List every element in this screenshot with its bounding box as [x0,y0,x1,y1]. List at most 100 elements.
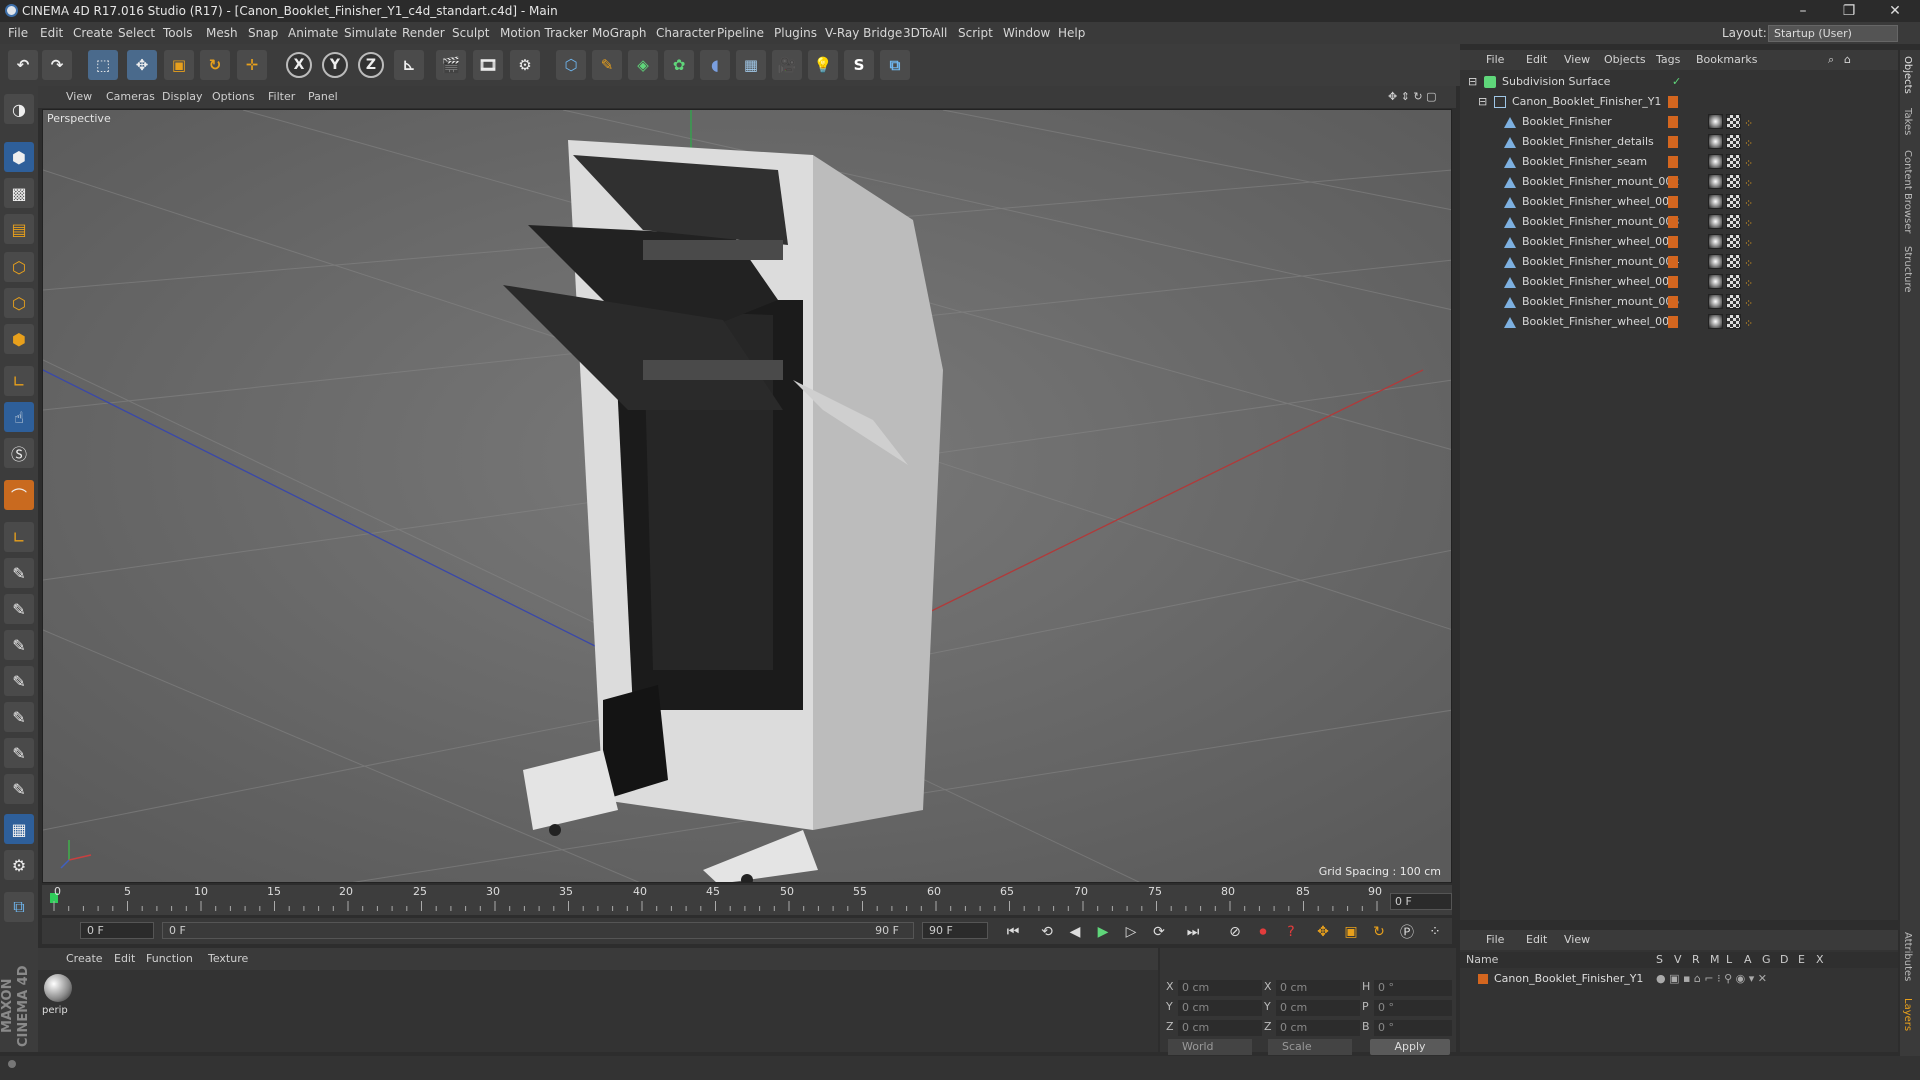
coordinate-space-select[interactable]: World [1168,1039,1252,1055]
obj-menu-objects[interactable]: Objects [1604,50,1646,70]
play-icon[interactable]: ▶ [1092,921,1114,943]
phong-tag-icon[interactable]: ⁘ [1744,134,1759,150]
brush-icon[interactable]: ✎ [4,558,34,588]
menu-help[interactable]: Help [1058,22,1085,44]
rotation-h-field[interactable]: 0 ° [1374,980,1452,996]
texture-tag-icon[interactable] [1726,254,1741,269]
layer-toggle-icons[interactable]: ● ▣ ▪ ⌂ ⌐ ⁝ ⚲ ◉ ▾ ✕ [1656,970,1767,988]
material-tag-icon[interactable] [1708,114,1723,129]
viewport-nav-icons[interactable]: ✥ ⇕ ↻ ▢ [1388,86,1437,108]
material-tag-icon[interactable] [1708,174,1723,189]
y-axis-lock-icon[interactable]: Y [322,52,348,78]
layer-row[interactable]: Canon_Booklet_Finisher_Y1 ● ▣ ▪ ⌂ ⌐ ⁝ ⚲ … [1460,970,1898,988]
material-thumbnail[interactable] [44,974,72,1002]
obj-menu-file[interactable]: File [1486,50,1504,70]
layer-color-swatch[interactable] [1668,196,1678,208]
vp-menu-cameras[interactable]: Cameras [106,86,155,108]
deformer-icon[interactable]: ◖ [700,50,730,80]
menu-window[interactable]: Window [1003,22,1050,44]
menu-tools[interactable]: Tools [163,22,193,44]
vp-menu-options[interactable]: Options [212,86,254,108]
layer-color-swatch[interactable] [1668,216,1678,228]
minimize-icon[interactable]: – [1786,0,1820,22]
close-icon[interactable]: ✕ [1878,0,1912,22]
object-row[interactable]: Booklet_Finisher_details ⁘ [1460,132,1898,152]
polygons-mode-icon[interactable]: ⬢ [4,324,34,354]
render-picture-viewer-icon[interactable]: 🎞 [473,50,503,80]
redo-icon[interactable]: ↷ [42,50,72,80]
object-row[interactable]: Booklet_Finisher ⁘ [1460,112,1898,132]
layer-color-swatch[interactable] [1668,236,1678,248]
workplane-icon[interactable]: ▤ [4,214,34,244]
position-y-field[interactable]: 0 cm [1178,1000,1262,1016]
obj-menu-edit[interactable]: Edit [1526,50,1547,70]
menu-file[interactable]: File [8,22,28,44]
object-row[interactable]: Booklet_Finisher_wheel_003 ⁘ [1460,232,1898,252]
mat-menu-texture[interactable]: Texture [208,948,248,970]
material-tag-icon[interactable] [1708,194,1723,209]
apply-button[interactable]: Apply [1370,1039,1450,1055]
mat-menu-function[interactable]: Function [146,948,193,970]
layer-color-swatch[interactable] [1668,256,1678,268]
coordinate-system-icon[interactable]: ⊾ [394,50,424,80]
search-icon[interactable]: ⌕ [1828,50,1834,70]
sculpt-pull-icon[interactable]: ✎ [4,594,34,624]
tab-takes[interactable]: Takes [1902,108,1913,135]
texture-tag-icon[interactable] [1726,314,1741,329]
rotate-icon[interactable]: ↻ [200,50,230,80]
model-mode-icon[interactable]: ⬢ [4,142,34,172]
menu-animate[interactable]: Animate [288,22,338,44]
menu-plugins[interactable]: Plugins [774,22,817,44]
menu-script[interactable]: Script [958,22,993,44]
axis-mode-icon[interactable]: ∟ [4,366,34,396]
magnet-icon[interactable]: ⌒ [4,480,34,510]
layer-menu-file[interactable]: File [1486,930,1504,950]
previous-key-icon[interactable]: ⟲ [1036,921,1058,943]
object-row[interactable]: ⊟ Subdivision Surface ✓ [1460,72,1898,92]
phong-tag-icon[interactable]: ⁘ [1744,114,1759,130]
phong-tag-icon[interactable]: ⁘ [1744,234,1759,250]
home-icon[interactable]: ⌂ [1844,50,1851,70]
menu-character[interactable]: Character [656,22,715,44]
size-mode-select[interactable]: Scale [1268,1039,1352,1055]
rotation-p-field[interactable]: 0 ° [1374,1000,1452,1016]
rotation-b-field[interactable]: 0 ° [1374,1020,1452,1036]
key-scale-icon[interactable]: ▣ [1340,921,1362,943]
menu-create[interactable]: Create [73,22,113,44]
layer-color-swatch[interactable] [1668,276,1678,288]
points-mode-icon[interactable]: ⬡ [4,252,34,282]
object-row[interactable]: ⊟ Canon_Booklet_Finisher_Y1 [1460,92,1898,112]
menu-simulate[interactable]: Simulate [344,22,397,44]
tab-attributes[interactable]: Attributes [1902,932,1913,981]
timeline-ruler[interactable]: 0 5 10 15 20 25 30 35 40 45 50 55 60 65 … [42,885,1452,915]
floor-icon[interactable]: ▦ [736,50,766,80]
record-keys-icon[interactable]: ⊘ [1224,921,1246,943]
workplane-axis-icon[interactable]: ∟ [4,522,34,552]
layer-color-swatch[interactable] [1668,156,1678,168]
menu-edit[interactable]: Edit [40,22,63,44]
x-axis-lock-icon[interactable]: X [286,52,312,78]
layer-color-swatch[interactable] [1668,136,1678,148]
snap-icon[interactable]: Ⓢ [4,438,34,468]
go-to-start-icon[interactable]: ⏮ [1002,921,1024,943]
texture-tag-icon[interactable] [1726,234,1741,249]
material-tag-icon[interactable] [1708,254,1723,269]
python-script-icon[interactable]: ⧉ [4,892,34,922]
tweak-mode-icon[interactable]: ☝ [4,402,34,432]
pen-spline-icon[interactable]: ✎ [592,50,622,80]
next-frame-icon[interactable]: ▷ [1120,921,1142,943]
edges-mode-icon[interactable]: ⬡ [4,288,34,318]
material-tag-icon[interactable] [1708,154,1723,169]
object-row[interactable]: Booklet_Finisher_wheel_004 ⁘ [1460,272,1898,292]
menu-vray-bridge[interactable]: V-Ray Bridge [825,22,902,44]
phong-tag-icon[interactable]: ⁘ [1744,214,1759,230]
layer-color-swatch[interactable] [1668,96,1678,108]
object-row[interactable]: Booklet_Finisher_mount_002 ⁘ [1460,172,1898,192]
frame-range-slider[interactable]: 0 F 90 F [162,922,914,939]
menu-select[interactable]: Select [118,22,155,44]
phong-tag-icon[interactable]: ⁘ [1744,294,1759,310]
key-rotation-icon[interactable]: ↻ [1368,921,1390,943]
size-x-field[interactable]: 0 cm [1276,980,1360,996]
menu-snap[interactable]: Snap [248,22,278,44]
subdivision-surface-icon[interactable]: ◈ [628,50,658,80]
